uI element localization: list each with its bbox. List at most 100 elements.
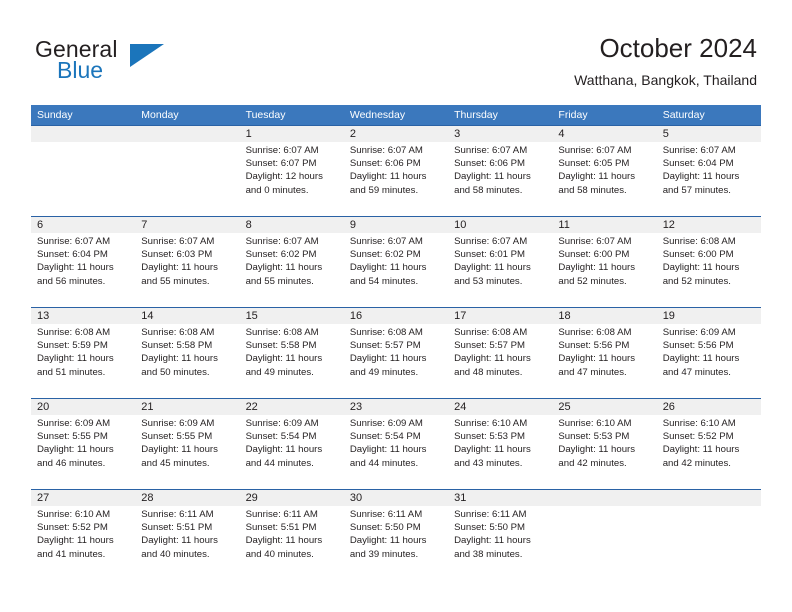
day-number[interactable]: 12 [657,217,761,233]
day-cell[interactable]: Sunrise: 6:07 AM Sunset: 6:03 PM Daylight:… [135,233,239,307]
day-number[interactable]: 24 [448,399,552,415]
day-sunrise-text: Sunrise: 6:08 AM [349,327,423,338]
day-sunset-text: Sunset: 6:02 PM [349,249,421,261]
day-sunset-text: Sunset: 6:07 PM [245,158,317,170]
day-number[interactable]: 10 [448,217,552,233]
weekday-header-saturday: Saturday [662,109,705,121]
day-daylight1-text: Daylight: 11 hours [662,171,740,183]
day-daylight2-text: and 54 minutes. [349,275,419,287]
day-number[interactable]: 17 [448,308,552,324]
day-cell[interactable]: Sunrise: 6:09 AM Sunset: 5:55 PM Daylight:… [135,415,239,489]
day-sunset-text: Sunset: 5:56 PM [662,340,734,352]
day-number[interactable]: 6 [31,217,135,233]
day-number[interactable]: 2 [344,126,448,142]
calendar-page: General Blue October 2024 Watthana, Bang… [0,0,792,612]
day-daylight2-text: and 43 minutes. [454,457,523,469]
day-cell[interactable]: Sunrise: 6:11 AM Sunset: 5:51 PM Daylight:… [240,506,344,580]
day-cell[interactable]: Sunrise: 6:07 AM Sunset: 6:06 PM Daylight:… [344,142,448,216]
day-sunrise-text: Sunrise: 6:10 AM [558,418,632,429]
day-sunset-text: Sunset: 6:05 PM [558,158,630,170]
day-cell-empty [135,142,239,216]
day-daylight2-text: and 53 minutes. [454,275,523,287]
day-daylight1-text: Daylight: 11 hours [558,444,636,456]
day-cell[interactable]: Sunrise: 6:07 AM Sunset: 6:04 PM Daylight:… [31,233,135,307]
day-daylight1-text: Daylight: 11 hours [662,353,740,365]
day-daylight1-text: Daylight: 11 hours [141,353,218,365]
day-number[interactable]: 1 [240,126,344,142]
day-cell[interactable]: Sunrise: 6:08 AM Sunset: 6:00 PM Daylight:… [657,233,761,307]
week-body: Sunrise: 6:07 AM Sunset: 6:04 PM Daylight:… [31,233,761,307]
day-daylight2-text: and 46 minutes. [37,457,106,469]
day-number[interactable]: 15 [240,308,344,324]
day-cell[interactable]: Sunrise: 6:10 AM Sunset: 5:53 PM Daylight:… [448,415,552,489]
day-cell[interactable]: Sunrise: 6:07 AM Sunset: 6:06 PM Daylight:… [448,142,552,216]
day-number[interactable]: 25 [552,399,656,415]
day-cell[interactable]: Sunrise: 6:07 AM Sunset: 6:02 PM Daylight:… [240,233,344,307]
day-number[interactable]: 16 [344,308,448,324]
day-sunset-text: Sunset: 6:01 PM [454,249,526,261]
day-number[interactable]: 18 [552,308,656,324]
day-number[interactable]: 5 [657,126,761,142]
day-cell[interactable]: Sunrise: 6:10 AM Sunset: 5:53 PM Daylight:… [552,415,656,489]
day-daylight2-text: and 58 minutes. [558,184,627,196]
brand-logo[interactable]: General Blue [35,36,235,90]
day-number[interactable]: 9 [344,217,448,233]
day-cell[interactable]: Sunrise: 6:11 AM Sunset: 5:50 PM Daylight:… [448,506,552,580]
day-cell[interactable]: Sunrise: 6:07 AM Sunset: 6:00 PM Daylight:… [552,233,656,307]
day-cell[interactable]: Sunrise: 6:10 AM Sunset: 5:52 PM Daylight:… [657,415,761,489]
day-cell[interactable]: Sunrise: 6:08 AM Sunset: 5:56 PM Daylight:… [552,324,656,398]
day-sunrise-text: Sunrise: 6:11 AM [349,509,423,520]
day-daylight2-text: and 41 minutes. [37,548,106,560]
day-number[interactable]: 19 [657,308,761,324]
day-number[interactable]: 31 [448,490,552,506]
day-number[interactable]: 23 [344,399,448,415]
day-daylight1-text: Daylight: 11 hours [141,262,218,274]
day-number[interactable]: 8 [240,217,344,233]
day-cell[interactable]: Sunrise: 6:07 AM Sunset: 6:07 PM Daylight:… [240,142,344,216]
day-number[interactable]: 7 [135,217,239,233]
weekday-header-tuesday: Tuesday [245,109,286,121]
day-cell[interactable]: Sunrise: 6:07 AM Sunset: 6:02 PM Daylight:… [344,233,448,307]
day-number[interactable]: 21 [135,399,239,415]
day-cell[interactable]: Sunrise: 6:09 AM Sunset: 5:56 PM Daylight:… [657,324,761,398]
day-number[interactable]: 30 [344,490,448,506]
day-cell[interactable]: Sunrise: 6:11 AM Sunset: 5:50 PM Daylight:… [344,506,448,580]
day-number[interactable]: 4 [552,126,656,142]
week-date-strip: 12345 [31,126,761,142]
day-number[interactable]: 28 [135,490,239,506]
day-sunrise-text: Sunrise: 6:07 AM [245,236,319,247]
day-cell[interactable]: Sunrise: 6:08 AM Sunset: 5:57 PM Daylight:… [344,324,448,398]
day-daylight2-text: and 52 minutes. [558,275,627,287]
day-number[interactable]: 27 [31,490,135,506]
day-number[interactable]: 29 [240,490,344,506]
day-cell[interactable]: Sunrise: 6:08 AM Sunset: 5:58 PM Daylight:… [240,324,344,398]
day-cell[interactable]: Sunrise: 6:09 AM Sunset: 5:54 PM Daylight:… [344,415,448,489]
day-number[interactable]: 14 [135,308,239,324]
day-cell[interactable]: Sunrise: 6:07 AM Sunset: 6:04 PM Daylight:… [657,142,761,216]
day-cell[interactable]: Sunrise: 6:08 AM Sunset: 5:57 PM Daylight:… [448,324,552,398]
day-cell[interactable]: Sunrise: 6:09 AM Sunset: 5:55 PM Daylight:… [31,415,135,489]
day-cell[interactable]: Sunrise: 6:08 AM Sunset: 5:59 PM Daylight:… [31,324,135,398]
day-sunrise-text: Sunrise: 6:08 AM [454,327,528,338]
day-daylight1-text: Daylight: 11 hours [37,262,114,274]
day-daylight1-text: Daylight: 11 hours [37,444,114,456]
day-cell[interactable]: Sunrise: 6:07 AM Sunset: 6:05 PM Daylight:… [552,142,656,216]
day-sunrise-text: Sunrise: 6:07 AM [349,236,423,247]
day-cell[interactable]: Sunrise: 6:10 AM Sunset: 5:52 PM Daylight:… [31,506,135,580]
day-number[interactable]: 26 [657,399,761,415]
day-cell[interactable]: Sunrise: 6:08 AM Sunset: 5:58 PM Daylight:… [135,324,239,398]
day-cell[interactable]: Sunrise: 6:07 AM Sunset: 6:01 PM Daylight:… [448,233,552,307]
day-sunset-text: Sunset: 5:56 PM [558,340,630,352]
day-number[interactable]: 20 [31,399,135,415]
day-number[interactable]: 22 [240,399,344,415]
day-daylight1-text: Daylight: 11 hours [245,444,323,456]
day-daylight2-text: and 40 minutes. [141,548,210,560]
day-number[interactable]: 13 [31,308,135,324]
day-number[interactable]: 11 [552,217,656,233]
day-daylight2-text: and 47 minutes. [662,366,731,378]
day-daylight2-text: and 47 minutes. [558,366,627,378]
day-cell[interactable]: Sunrise: 6:11 AM Sunset: 5:51 PM Daylight:… [135,506,239,580]
day-number[interactable]: 3 [448,126,552,142]
day-cell[interactable]: Sunrise: 6:09 AM Sunset: 5:54 PM Daylight:… [240,415,344,489]
day-daylight2-text: and 42 minutes. [662,457,731,469]
